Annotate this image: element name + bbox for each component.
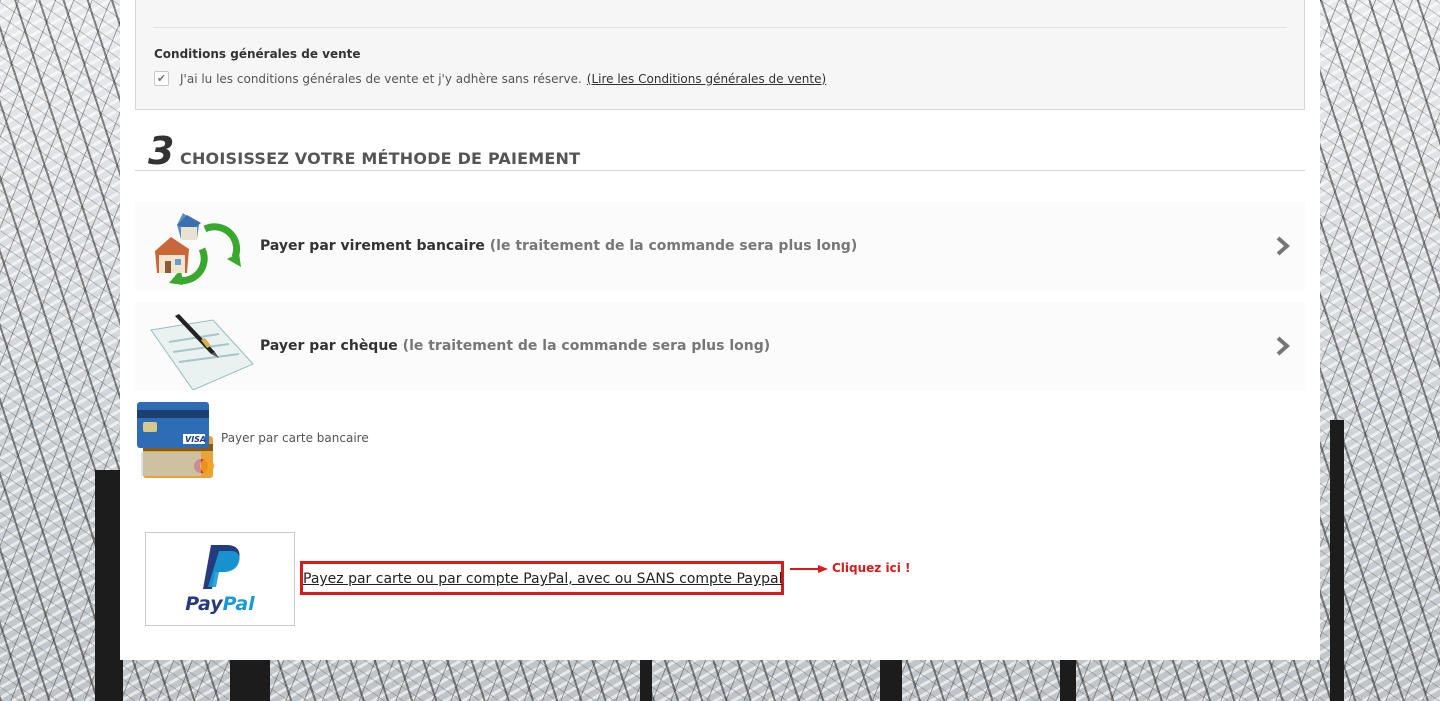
tree-trunk (640, 660, 652, 701)
terms-checkbox-label: J'ai lu les conditions générales de vent… (180, 71, 582, 86)
step-number: 3 (148, 129, 175, 173)
pay-card-option[interactable]: VISA Payer par carte bancaire (135, 400, 435, 480)
tree-trunk (1330, 420, 1344, 701)
arrow-head (818, 565, 828, 573)
credit-cards-icon: VISA (137, 402, 214, 478)
chevron-right-icon (1276, 336, 1291, 356)
cheque-icon (150, 314, 254, 390)
terms-checkbox[interactable]: ✔ (154, 71, 169, 86)
paypal-payment-link[interactable]: Payez par carte ou par compte PayPal, av… (300, 561, 784, 595)
terms-checkbox-row: ✔ J'ai lu les conditions générales de ve… (154, 71, 826, 86)
step-title: CHOISISSEZ VOTRE MÉTHODE DE PAIEMENT (180, 149, 581, 168)
tree-trunk (880, 660, 902, 701)
paypal-wordmark-pal: Pal (222, 593, 255, 615)
pay-bank-transfer-title: Payer par virement bancaire (260, 238, 485, 254)
pay-cheque-title: Payer par chèque (260, 338, 398, 354)
tree-trunk (1060, 660, 1076, 701)
chevron-right-icon (1276, 236, 1291, 256)
click-here-callout: Cliquez ici ! (832, 561, 911, 575)
pay-cheque-option[interactable]: Payer par chèque (le traitement de la co… (135, 302, 1305, 391)
pay-cheque-note: (le traitement de la commande sera plus … (402, 338, 771, 354)
bank-transfer-icon (155, 213, 241, 285)
arrow-line (790, 568, 820, 570)
arrow-left-icon (790, 565, 830, 573)
svg-text:VISA: VISA (185, 435, 206, 444)
checkout-page: Conditions générales de vente ✔ J'ai lu … (120, 0, 1320, 660)
tree-trunk (95, 470, 123, 701)
pay-bank-transfer-option[interactable]: Payer par virement bancaire (le traiteme… (135, 202, 1305, 291)
paypal-logo[interactable]: PayPal (145, 532, 295, 626)
payment-step-header: 3 CHOISISSEZ VOTRE MÉTHODE DE PAIEMENT (135, 128, 1305, 171)
divider (153, 27, 1287, 28)
paypal-wordmark: PayPal (146, 593, 294, 615)
pay-bank-transfer-note: (le traitement de la commande sera plus … (489, 238, 858, 254)
terms-title: Conditions générales de vente (154, 47, 361, 61)
terms-link[interactable]: (Lire les Conditions générales de vente) (587, 72, 826, 86)
terms-box: Conditions générales de vente ✔ J'ai lu … (135, 0, 1305, 110)
paypal-p-icon (203, 545, 240, 589)
tree-trunk (230, 660, 270, 701)
pay-bank-transfer-label: Payer par virement bancaire (le traiteme… (260, 238, 857, 254)
pay-cheque-label: Payer par chèque (le traitement de la co… (260, 338, 770, 354)
pay-card-label: Payer par carte bancaire (221, 431, 369, 445)
paypal-wordmark-pay: Pay (185, 593, 223, 615)
checkmark-icon: ✔ (156, 72, 167, 85)
